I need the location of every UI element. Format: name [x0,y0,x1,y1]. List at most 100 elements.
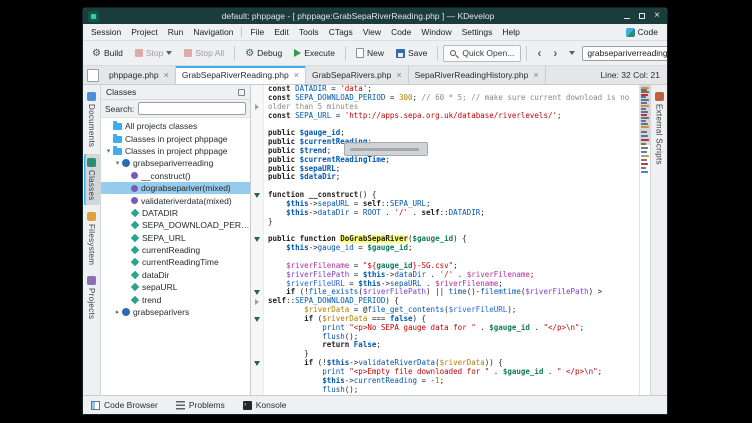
classes-search-input[interactable] [138,102,246,115]
menu-window[interactable]: Window [416,25,456,39]
close-button[interactable] [652,11,662,21]
code-line[interactable]: public $sepaURL; [251,165,639,174]
tab-SepaRiverReadingHistory.php[interactable]: SepaRiverReadingHistory.php× [409,66,546,84]
menu-navigation[interactable]: Navigation [188,25,238,39]
class-tree-item[interactable]: currentReading [101,244,250,256]
class-tree-item[interactable]: SEPA_DOWNLOAD_PERIOD [101,219,250,231]
fold-marker-icon[interactable] [251,315,264,324]
search-input[interactable] [582,46,667,61]
code-line[interactable]: public $currentReadingTime; [251,156,639,165]
fold-marker-icon[interactable] [251,288,264,297]
save-button[interactable]: Save [391,46,432,60]
class-tree-item[interactable]: dograbsepariver(mixed) [101,182,250,194]
debug-button[interactable]: Debug [240,46,287,61]
code-line[interactable]: const SEPA_URL = 'http://apps.sepa.org.u… [251,112,639,121]
tab-close-icon[interactable]: × [533,70,538,80]
class-tree-item[interactable]: Classes in project phppage [101,132,250,144]
code-line[interactable]: $riverFileURL = $this->sepaURL . $riverF… [251,280,639,289]
code-line[interactable]: public $gauge_id; [251,129,639,138]
stop-button[interactable]: Stop [130,46,178,60]
menu-ctags[interactable]: CTags [324,25,358,39]
fold-marker-icon[interactable] [251,235,264,244]
code-line[interactable] [251,253,639,262]
new-button[interactable]: New [351,46,389,60]
maximize-button[interactable] [637,11,647,21]
sidebar-tab-filesystem[interactable]: Filesystem [84,208,100,269]
code-line[interactable]: function __construct() { [251,191,639,200]
tab-close-icon[interactable]: × [164,70,169,80]
class-tree-item[interactable]: DATADIR [101,207,250,219]
code-line[interactable] [251,120,639,129]
class-tree-item[interactable]: __construct() [101,170,250,182]
expander-icon[interactable]: ▸ [113,308,122,316]
menu-help[interactable]: Help [497,25,524,39]
code-line[interactable]: const DATADIR = 'data'; [251,85,639,94]
code-line[interactable]: $riverData = @file_get_contents($riverFi… [251,306,639,315]
build-button[interactable]: Build [87,46,128,61]
expander-icon[interactable]: ▾ [113,159,122,167]
class-tree-item[interactable]: ▾Classes in project phppage [101,145,250,157]
statusbar-konsole-button[interactable]: Konsole [240,399,290,411]
document-list-button[interactable] [87,69,99,82]
nav-forward-button[interactable] [548,46,562,61]
fold-marker-icon[interactable] [251,191,264,200]
statusbar-code-browser-button[interactable]: Code Browser [88,399,161,411]
code-line[interactable]: $this->dataDir = ROOT . '/' . self::DATA… [251,209,639,218]
code-line[interactable]: return False; [251,341,639,350]
class-tree-item[interactable]: ▾grabsepariverreading [101,157,250,169]
code-line[interactable]: print "<p>Empty file downloaded for " . … [251,368,639,377]
code-line[interactable]: } [251,218,639,227]
expander-icon[interactable]: ▾ [104,147,113,155]
stop-all-button[interactable]: Stop All [179,46,229,60]
menu-edit[interactable]: Edit [269,25,294,39]
menu-session[interactable]: Session [86,25,126,39]
code-line[interactable] [251,182,639,191]
titlebar[interactable]: default: phppage - [ phppage:GrabSepaRiv… [83,8,667,24]
minimap-scrollbar[interactable] [639,85,650,395]
sidebar-tab-external-scripts[interactable]: External Scripts [651,88,667,169]
code-line[interactable]: flush(); [251,386,639,395]
tab-close-icon[interactable]: × [294,70,299,80]
editor[interactable]: const DATADIR = 'data';const SEPA_DOWNLO… [251,85,639,395]
code-line[interactable]: if ($riverData === false) { [251,315,639,324]
code-line[interactable]: $riverFilename = "${gauge_id}-SG.csv"; [251,262,639,271]
tab-close-icon[interactable]: × [396,70,401,80]
minimize-button[interactable] [622,11,632,21]
menu-run[interactable]: Run [163,25,189,39]
code-line[interactable]: } [251,350,639,359]
class-tree-item[interactable]: currentReadingTime [101,256,250,268]
code-line[interactable]: flush(); [251,333,639,342]
statusbar-problems-button[interactable]: Problems [173,399,228,411]
panel-detach-icon[interactable] [238,89,245,96]
code-line[interactable]: public function DoGrabSepaRiver($gauge_i… [251,235,639,244]
class-tree-item[interactable]: ▸grabseparivers [101,306,250,318]
menu-file[interactable]: File [245,25,269,39]
class-tree-item[interactable]: All projects classes [101,120,250,132]
menu-tools[interactable]: Tools [294,25,324,39]
tab-phppage.php[interactable]: phppage.php× [103,66,176,84]
nav-dropdown-button[interactable] [564,49,580,57]
code-line[interactable]: $this->sepaURL = self::SEPA_URL; [251,200,639,209]
code-line[interactable]: public $currentReading; [251,138,639,147]
code-line[interactable]: if (!file_exists($riverFilePath) || time… [251,288,639,297]
code-line[interactable]: older than 5 minutes [251,103,639,112]
fold-marker-icon[interactable] [251,359,264,368]
menu-code[interactable]: Code [386,25,416,39]
code-line[interactable]: self::SEPA_DOWNLOAD_PERIOD) { [251,297,639,306]
class-tree-item[interactable]: sepaURL [101,281,250,293]
menu-view[interactable]: View [358,25,386,39]
class-tree-item[interactable]: SEPA_URL [101,232,250,244]
code-line[interactable]: print "<p>No SEPA gauge data for " . $ga… [251,324,639,333]
tab-GrabSepaRivers.php[interactable]: GrabSepaRivers.php× [306,66,409,84]
sidebar-tab-classes[interactable]: Classes [84,154,100,205]
execute-button[interactable]: Execute [289,46,340,60]
code-line[interactable]: if (!$this->validateRiverData($riverData… [251,359,639,368]
code-line[interactable]: const SEPA_DOWNLOAD_PERIOD = 300; // 60 … [251,94,639,103]
code-line[interactable]: $this->gauge_id = $gauge_id; [251,244,639,253]
area-switcher-code-button[interactable]: Code [620,26,664,38]
nav-back-button[interactable] [532,46,546,61]
code-line[interactable]: public $trend; [251,147,639,156]
menu-project[interactable]: Project [126,25,162,39]
quick-open-button[interactable]: Quick Open... [443,45,521,62]
code-line[interactable]: public $dataDir; [251,173,639,182]
